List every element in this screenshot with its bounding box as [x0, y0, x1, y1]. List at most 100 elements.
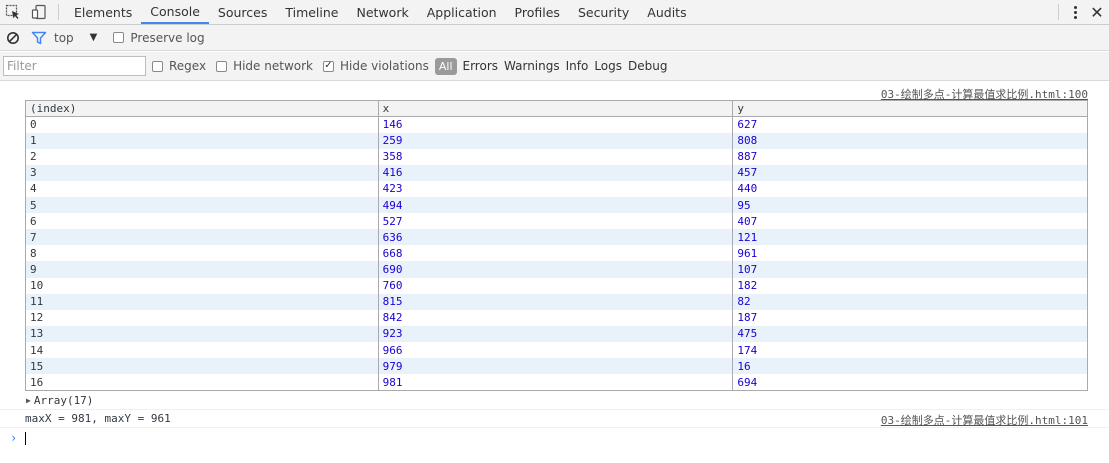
level-logs-button[interactable]: Logs — [594, 59, 622, 73]
table-row: 13 923 475 — [25, 325, 1088, 343]
cell-index: 11 — [25, 293, 379, 310]
cell-x: 494 — [378, 197, 734, 214]
cell-index: 9 — [25, 261, 379, 278]
console-filterbar: Filter Regex Hide network ✓ Hide violati… — [0, 52, 1109, 81]
log-source-link[interactable]: 03-绘制多点-计算最值求比例.html:101 — [881, 412, 1088, 428]
table-row: 0 146 627 — [25, 116, 1088, 133]
device-toolbar-icon[interactable] — [26, 0, 52, 24]
table-row: 9 690 107 — [25, 261, 1088, 278]
preserve-log-label: Preserve log — [130, 30, 205, 45]
cell-index: 5 — [25, 197, 379, 214]
hide-violations-label: Hide violations — [339, 59, 429, 73]
console-toolbar: top ▼ Preserve log — [0, 25, 1109, 51]
cell-y: 407 — [737, 214, 758, 228]
preserve-log-checkbox[interactable]: Preserve log — [113, 30, 205, 45]
cell-x: 668 — [378, 245, 734, 262]
level-all-button[interactable]: All — [434, 57, 457, 75]
tab-audits[interactable]: Audits — [638, 0, 695, 24]
inspect-element-icon[interactable] — [0, 0, 26, 24]
regex-label: Regex — [169, 59, 207, 73]
filter-input[interactable]: Filter — [3, 56, 146, 76]
column-header-x[interactable]: x — [378, 100, 734, 117]
hide-network-label: Hide network — [233, 59, 313, 73]
table-row: 3 416 457 — [25, 164, 1088, 181]
cell-index: 2 — [25, 148, 379, 165]
cell-y: 174 — [737, 343, 758, 357]
cell-y: 107 — [732, 261, 1088, 278]
cell-x: 979 — [378, 358, 734, 375]
text-caret — [25, 431, 27, 445]
cell-x: 527 — [378, 213, 734, 230]
message-divider — [0, 427, 1109, 428]
tab-timeline[interactable]: Timeline — [276, 0, 347, 24]
cell-x: 760 — [378, 277, 734, 294]
level-info-button[interactable]: Info — [566, 59, 589, 73]
level-debug-button[interactable]: Debug — [628, 59, 667, 73]
cell-index: 1 — [25, 132, 379, 149]
array-toggle[interactable]: ▶ Array(17) — [26, 392, 93, 408]
cell-y: 961 — [737, 246, 758, 260]
tab-profiles[interactable]: Profiles — [506, 0, 569, 24]
table-header-row: (index) x y — [25, 100, 1088, 117]
array-label: Array(17) — [33, 393, 94, 407]
cell-index: 0 — [25, 116, 379, 133]
column-header-y[interactable]: y — [732, 100, 1088, 117]
cell-index: 7 — [25, 229, 379, 246]
tab-sources[interactable]: Sources — [209, 0, 276, 24]
tab-elements[interactable]: Elements — [65, 0, 141, 24]
level-warnings-button[interactable]: Warnings — [504, 59, 560, 73]
cell-x: 842 — [378, 309, 734, 326]
table-row: 15 979 16 — [25, 358, 1088, 375]
level-errors-button[interactable]: Errors — [463, 59, 499, 73]
tab-network[interactable]: Network — [348, 0, 418, 24]
message-divider — [0, 409, 1109, 410]
more-options-icon[interactable] — [1065, 0, 1085, 24]
table-row: 11 815 82 — [25, 293, 1088, 310]
regex-checkbox[interactable]: Regex — [152, 59, 206, 73]
tab-application[interactable]: Application — [418, 0, 506, 24]
filter-icon[interactable] — [26, 25, 52, 51]
table-row: 6 527 407 — [25, 213, 1088, 230]
table-row: 1 259 808 — [25, 132, 1088, 149]
close-icon[interactable]: ✕ — [1085, 0, 1109, 24]
table-row: 16 981 694 — [25, 374, 1088, 391]
prompt-chevron-icon: › — [10, 431, 18, 445]
chevron-down-icon: ▼ — [89, 32, 98, 43]
cell-x: 146 — [378, 116, 734, 133]
hide-violations-box[interactable]: ✓ — [322, 60, 334, 72]
devtools-tabbar: Elements Console Sources Timeline Networ… — [0, 0, 1109, 25]
cell-x: 416 — [378, 164, 734, 181]
console-prompt[interactable]: › — [10, 430, 27, 446]
table-row: 2 358 887 — [25, 148, 1088, 165]
column-header-index[interactable]: (index) — [25, 100, 379, 117]
cell-index: 14 — [25, 342, 379, 359]
cell-y: 182 — [737, 279, 758, 293]
cell-y: 808 — [732, 132, 1088, 149]
tabbar-right-controls: ✕ — [1052, 0, 1109, 24]
log-message: maxX = 981, maxY = 961 — [25, 412, 171, 425]
context-value: top — [54, 30, 74, 45]
cell-x: 259 — [378, 132, 734, 149]
tab-console[interactable]: Console — [141, 0, 209, 24]
table-row: 12 842 187 — [25, 309, 1088, 326]
cell-y: 440 — [737, 182, 758, 196]
cell-x: 423 — [378, 180, 734, 198]
cell-y: 95 — [732, 197, 1088, 214]
tab-security[interactable]: Security — [569, 0, 638, 24]
hide-network-box[interactable] — [216, 60, 228, 72]
cell-index: 15 — [25, 358, 379, 375]
hide-violations-checkbox[interactable]: ✓ Hide violations — [322, 59, 429, 73]
table-row: 8 668 961 — [25, 245, 1088, 262]
cell-index: 6 — [25, 213, 379, 230]
toolbar-divider — [1058, 4, 1059, 20]
preserve-log-box[interactable] — [113, 32, 125, 43]
expand-triangle-icon[interactable]: ▶ — [26, 396, 31, 405]
regex-box[interactable] — [152, 60, 163, 72]
cell-index: 8 — [25, 245, 379, 262]
hide-network-checkbox[interactable]: Hide network — [216, 59, 313, 73]
cell-x: 636 — [378, 229, 734, 246]
clear-console-icon[interactable] — [0, 25, 26, 51]
table-row: 4 423 440 — [25, 180, 1088, 198]
context-selector[interactable]: top ▼ — [54, 31, 97, 45]
cell-index: 16 — [25, 374, 379, 391]
